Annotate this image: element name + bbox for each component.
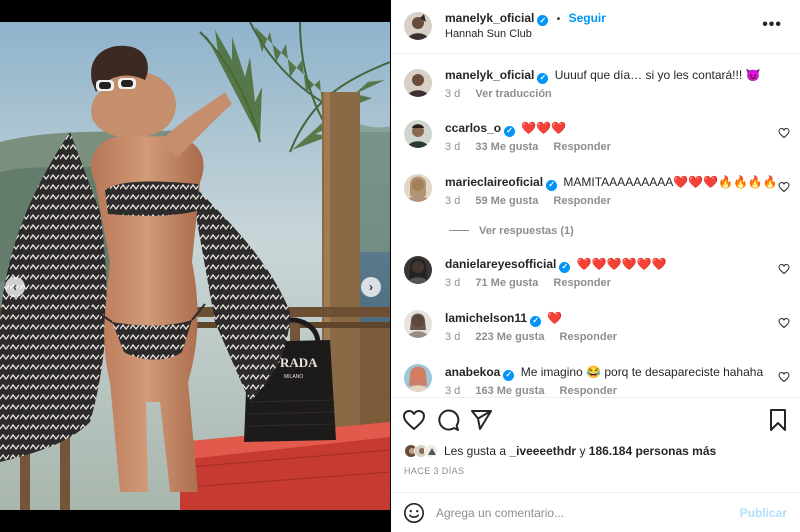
heart-icon[interactable] bbox=[778, 181, 790, 193]
likes-join: y bbox=[579, 444, 586, 458]
chevron-left-icon: ‹ bbox=[13, 280, 17, 294]
comment-time[interactable]: 3 d bbox=[445, 331, 460, 343]
bookmark-icon[interactable] bbox=[766, 408, 790, 432]
share-icon[interactable] bbox=[469, 408, 493, 432]
verified-badge-icon: ✓ bbox=[537, 72, 549, 84]
caption-username[interactable]: manelyk_oficial bbox=[445, 68, 534, 82]
comment-username[interactable]: anabekoa bbox=[445, 365, 500, 379]
post-side-panel: manelyk_oficial ✓ • Seguir Hannah Sun Clu… bbox=[391, 0, 800, 532]
comment-likes[interactable]: 71 Me gusta bbox=[475, 277, 538, 289]
comment-avatar[interactable] bbox=[404, 364, 432, 392]
comment-text: Me imagino 😂 porq te desapareciste hahah… bbox=[520, 365, 764, 379]
post-timestamp[interactable]: HACE 3 DÍAS bbox=[404, 466, 464, 476]
reply-button[interactable]: Responder bbox=[560, 385, 617, 397]
carousel-next-button[interactable]: › bbox=[361, 277, 381, 297]
author-username[interactable]: manelyk_oficial bbox=[445, 11, 534, 25]
caption-time[interactable]: 3 d bbox=[445, 88, 460, 100]
heart-icon[interactable] bbox=[778, 263, 790, 275]
heart-icon[interactable] bbox=[778, 371, 790, 383]
verified-badge-icon: ✓ bbox=[504, 125, 516, 137]
reply-button[interactable]: Responder bbox=[553, 195, 610, 207]
comment-text: ❤️ bbox=[547, 311, 563, 325]
header-separator: • bbox=[556, 14, 561, 25]
likes-summary[interactable]: Les gusta a _iveeeethdr y 186.184 person… bbox=[404, 444, 716, 458]
view-replies-button[interactable]: Ver respuestas (1) bbox=[449, 225, 574, 237]
comment-time[interactable]: 3 d bbox=[445, 385, 460, 397]
replies-divider bbox=[449, 230, 469, 231]
more-options-button[interactable]: ••• bbox=[762, 16, 782, 34]
post-modal: PRADA MILANO ‹ › manelyk_oficial ✓ • Seg… bbox=[0, 0, 800, 532]
likes-user[interactable]: _iveeeethdr bbox=[509, 444, 576, 458]
author-avatar[interactable] bbox=[404, 12, 432, 40]
emoji-icon[interactable] bbox=[403, 502, 425, 524]
caption-text: Uuuuf que día… si yo les contará!!! 😈 bbox=[554, 68, 761, 82]
comment-time[interactable]: 3 d bbox=[445, 277, 460, 289]
post-photo: PRADA MILANO bbox=[0, 22, 390, 510]
post-actions: Les gusta a _iveeeethdr y 186.184 person… bbox=[391, 397, 800, 458]
verified-badge-icon: ✓ bbox=[546, 179, 558, 191]
heart-icon[interactable] bbox=[402, 408, 426, 432]
comment-composer: Publicar bbox=[391, 492, 800, 532]
comment-likes[interactable]: 59 Me gusta bbox=[475, 195, 538, 207]
translate-button[interactable]: Ver traducción bbox=[475, 88, 551, 100]
caption-avatar[interactable] bbox=[404, 69, 432, 97]
comment-avatar[interactable] bbox=[404, 174, 432, 202]
comment-avatar[interactable] bbox=[404, 120, 432, 148]
heart-icon[interactable] bbox=[778, 317, 790, 329]
post-media[interactable]: PRADA MILANO ‹ › bbox=[0, 22, 390, 510]
bag-sub-text: MILANO bbox=[284, 374, 303, 380]
verified-badge-icon: ✓ bbox=[559, 261, 571, 273]
verified-badge-icon: ✓ bbox=[503, 369, 515, 381]
post-header: manelyk_oficial ✓ • Seguir Hannah Sun Clu… bbox=[391, 0, 800, 54]
verified-badge-icon: ✓ bbox=[537, 15, 549, 26]
comment-text: MAMITAAAAAAAAA❤️❤️❤️🔥🔥🔥🔥 bbox=[563, 175, 778, 189]
comment-likes[interactable]: 163 Me gusta bbox=[475, 385, 544, 397]
carousel-prev-button[interactable]: ‹ bbox=[5, 277, 25, 297]
comment-time[interactable]: 3 d bbox=[445, 195, 460, 207]
comment-input[interactable] bbox=[436, 504, 726, 522]
reply-button[interactable]: Responder bbox=[553, 141, 610, 153]
likes-prefix: Les gusta a bbox=[444, 444, 507, 458]
comment-text: ❤️❤️❤️❤️❤️❤️ bbox=[576, 257, 667, 271]
liker-avatar bbox=[424, 444, 438, 458]
comment-username[interactable]: lamichelson11 bbox=[445, 311, 527, 325]
comment-username[interactable]: danielareyesofficial bbox=[445, 257, 556, 271]
follow-button[interactable]: Seguir bbox=[569, 11, 606, 25]
comment-likes[interactable]: 33 Me gusta bbox=[475, 141, 538, 153]
comment-icon[interactable] bbox=[436, 408, 460, 432]
reply-button[interactable]: Responder bbox=[560, 331, 617, 343]
publish-button[interactable]: Publicar bbox=[740, 506, 787, 520]
comment-likes[interactable]: 223 Me gusta bbox=[475, 331, 544, 343]
comments-list[interactable]: manelyk_oficial ✓ Uuuuf que día… si yo le… bbox=[391, 55, 800, 397]
reply-button[interactable]: Responder bbox=[553, 277, 610, 289]
view-replies-label: Ver respuestas (1) bbox=[479, 225, 574, 237]
likes-count[interactable]: 186.184 personas más bbox=[589, 444, 716, 458]
chevron-right-icon: › bbox=[369, 280, 373, 294]
comment-avatar[interactable] bbox=[404, 310, 432, 338]
more-horizontal-icon: ••• bbox=[762, 16, 782, 33]
comment-username[interactable]: ccarlos_o bbox=[445, 121, 501, 135]
post-location[interactable]: Hannah Sun Club bbox=[445, 28, 532, 40]
comment-avatar[interactable] bbox=[404, 256, 432, 284]
comment-time[interactable]: 3 d bbox=[445, 141, 460, 153]
heart-icon[interactable] bbox=[778, 127, 790, 139]
comment-username[interactable]: marieclaireoficial bbox=[445, 175, 543, 189]
verified-badge-icon: ✓ bbox=[530, 315, 542, 327]
comment-text: ❤️❤️❤️ bbox=[521, 121, 567, 135]
